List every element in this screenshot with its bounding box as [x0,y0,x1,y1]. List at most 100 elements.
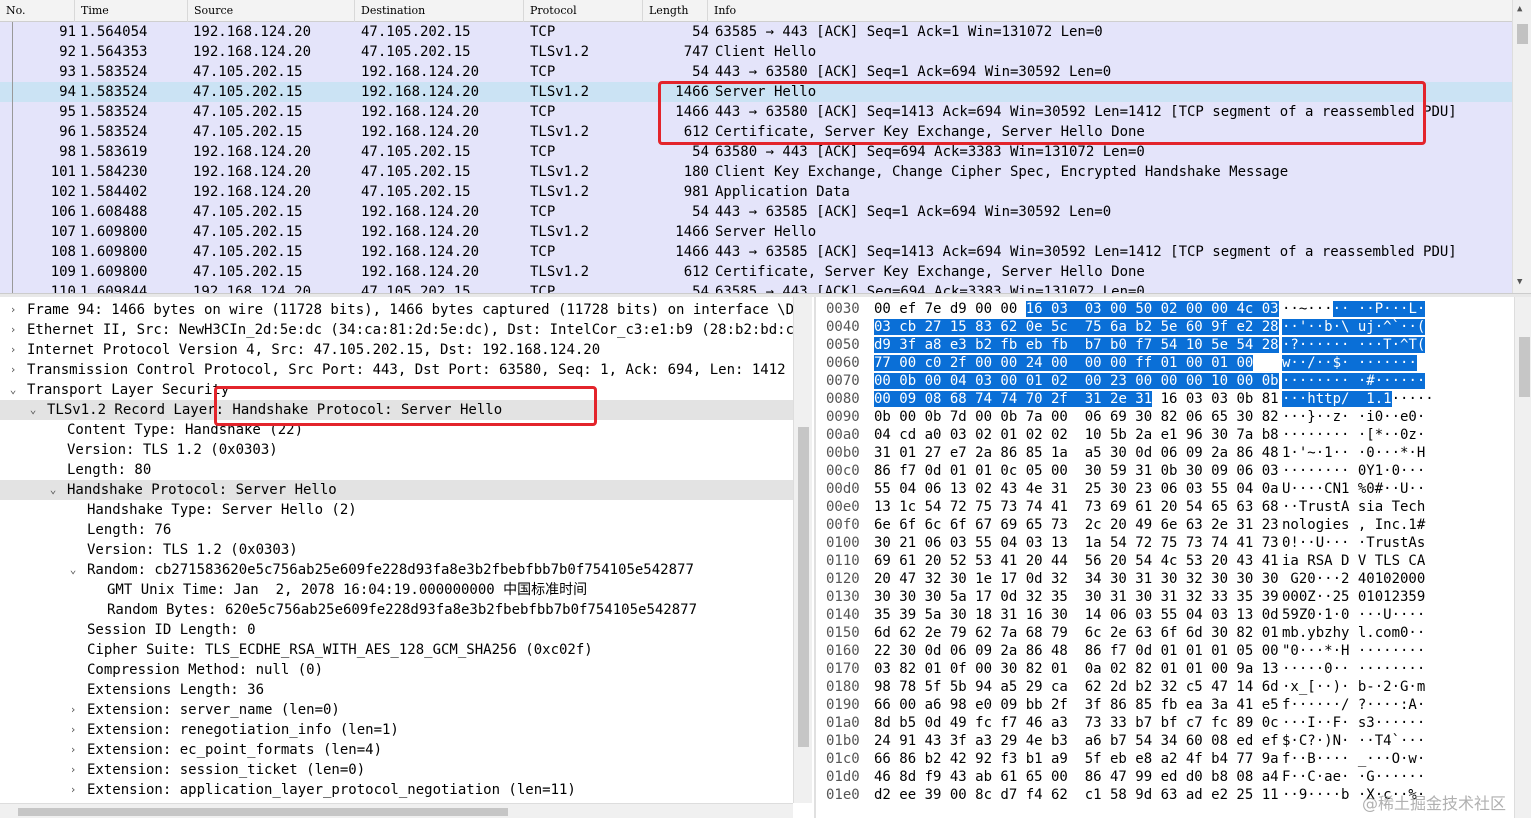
detail-tree-item[interactable]: Version: TLS 1.2 (0x0303) [0,440,793,460]
column-header-source[interactable]: Source [188,0,355,22]
detail-text: Random Bytes: 620e5c756ab25e609fe228d93f… [107,602,698,618]
bytes-scrollbar[interactable] [1514,297,1531,818]
packet-bytes-pane[interactable]: 0030 00 ef 7e d9 00 00 16 03 03 00 50 02 … [814,297,1531,818]
column-header-info[interactable]: Info [708,0,1512,22]
column-header-time[interactable]: Time [75,0,188,22]
column-header-no[interactable]: No. [0,0,75,22]
packet-row[interactable]: 102 1.584402 192.168.124.20 47.105.202.15 TL… [0,182,1512,202]
detail-tree-item[interactable]: › Extension: ec_point_formats (len=4) [0,740,793,760]
packet-length: 981 [683,184,709,200]
detail-tree-item[interactable]: Version: TLS 1.2 (0x0303) [0,540,793,560]
ascii-selected: w··/··$· [1282,355,1350,371]
detail-tree-item[interactable]: Cipher Suite: TLS_ECDHE_RSA_WITH_AES_128… [0,640,793,660]
column-header-length[interactable]: Length [643,0,708,22]
packet-time: 1.609800 [80,244,148,260]
detail-tree-item[interactable]: › Ethernet II, Src: NewH3CIn_2d:5e:dc (34… [0,320,812,340]
column-header-protocol[interactable]: Protocol [524,0,643,22]
packet-list-pane[interactable]: No. Time Source Destination Protocol Len… [0,0,1531,293]
packet-row[interactable]: 94 1.583524 47.105.202.15 192.168.124.20 TLS… [0,82,1512,102]
packet-protocol: TCP [530,104,556,120]
packet-row[interactable]: 101 1.584230 192.168.124.20 47.105.202.15 TL… [0,162,1512,182]
bytes-ascii: U····CN1 %0#··U·· [1282,481,1426,497]
collapse-arrow-icon[interactable]: ⌄ [66,560,80,580]
packet-time: 1.608488 [80,204,148,220]
details-vertical-scrollbar[interactable] [793,297,812,803]
packet-row[interactable]: 96 1.583524 47.105.202.15 192.168.124.20 TLS… [0,122,1512,142]
detail-tree-item[interactable]: › Extension: renegotiation_info (len=1) [0,720,793,740]
detail-tree-item[interactable]: Content Type: Handshake (22) [0,420,793,440]
detail-tree-item[interactable]: › Extension: server_name (len=0) [0,700,793,720]
packet-protocol: TLSv1.2 [530,84,590,100]
detail-tree-item[interactable]: Handshake Type: Server Hello (2) [0,500,793,520]
packet-row[interactable]: 106 1.608488 47.105.202.15 192.168.124.20 TC… [0,202,1512,222]
detail-tree-item[interactable]: ⌄ TLSv1.2 Record Layer: Handshake Protoco… [0,400,793,420]
details-scroll-thumb[interactable] [798,427,809,747]
packet-details-pane[interactable]: › Frame 94: 1466 bytes on wire (11728 bit… [0,297,812,818]
packet-row[interactable]: 110 1.609844 192.168.124.20 47.105.202.15 TC… [0,282,1512,293]
packet-protocol: TLSv1.2 [530,224,590,240]
bytes-offset: 0100 [826,535,860,551]
bytes-offset: 0090 [826,409,860,425]
collapse-arrow-icon[interactable]: ⌄ [6,380,20,400]
expand-arrow-icon[interactable]: › [66,740,80,760]
expand-arrow-icon[interactable]: › [6,300,20,320]
detail-tree-item[interactable]: Compression Method: null (0) [0,660,793,680]
detail-tree-item[interactable]: Length: 80 [0,460,793,480]
detail-tree-item[interactable]: › Transmission Control Protocol, Src Port… [0,360,793,380]
scroll-down-icon[interactable]: ▼ [1517,277,1522,287]
packet-length: 54 [692,284,709,293]
packet-row[interactable]: 98 1.583619 192.168.124.20 47.105.202.15 TCP… [0,142,1512,162]
detail-tree-item[interactable]: Extensions Length: 36 [0,680,793,700]
details-horizontal-scrollbar[interactable] [0,803,793,818]
packet-row[interactable]: 93 1.583524 47.105.202.15 192.168.124.20 TCP… [0,62,1512,82]
bytes-ascii: ··'··b·\ uj·^`··( [1282,318,1426,336]
bytes-scroll-thumb[interactable] [1519,337,1530,397]
detail-tree-item[interactable]: ⌄ Handshake Protocol: Server Hello [0,480,793,500]
packet-list-scrollbar[interactable]: ▲ ▼ [1512,0,1531,293]
bytes-hex: 04 cd a0 03 02 01 02 02 10 5b 2a e1 96 3… [874,427,1279,443]
detail-text: Length: 76 [87,522,172,538]
packet-row[interactable]: 95 1.583524 47.105.202.15 192.168.124.20 TCP… [0,102,1512,122]
collapse-arrow-icon[interactable]: ⌄ [46,480,60,500]
bytes-hex: 6e 6f 6c 6f 67 69 65 73 2c 20 49 6e 63 2… [874,517,1279,533]
bytes-hex: 22 30 0d 06 09 2a 86 48 86 f7 0d 01 01 0… [874,643,1279,659]
expand-arrow-icon[interactable]: › [66,700,80,720]
detail-tree-item[interactable]: Session ID Length: 0 [0,620,793,640]
details-hscroll-thumb[interactable] [18,808,508,816]
expand-arrow-icon[interactable]: › [6,320,20,340]
packet-source: 47.105.202.15 [193,84,303,100]
bytes-ascii: ···I··F· s3······ [1282,715,1426,731]
packet-list-scroll-thumb[interactable] [1517,24,1528,44]
expand-arrow-icon[interactable]: › [66,760,80,780]
detail-tree-item[interactable]: ⌄ Transport Layer Security [0,380,793,400]
packet-no: 91 [59,24,76,40]
expand-arrow-icon[interactable]: › [66,780,80,800]
expand-arrow-icon[interactable]: › [6,340,20,360]
detail-tree-item[interactable]: › Frame 94: 1466 bytes on wire (11728 bit… [0,300,812,320]
collapse-arrow-icon[interactable]: ⌄ [26,400,40,420]
packet-row[interactable]: 109 1.609800 47.105.202.15 192.168.124.20 TL… [0,262,1512,282]
column-header-destination[interactable]: Destination [355,0,524,22]
detail-tree-item[interactable]: GMT Unix Time: Jan 2, 2078 16:04:19.0000… [0,580,793,600]
packet-row[interactable]: 107 1.609800 47.105.202.15 192.168.124.20 TL… [0,222,1512,242]
detail-tree-item[interactable]: ⌄ Random: cb271583620e5c756ab25e609fe228d… [0,560,793,580]
detail-tree-item[interactable]: Length: 76 [0,520,793,540]
packet-row[interactable]: 92 1.564353 192.168.124.20 47.105.202.15 TLS… [0,42,1512,62]
ascii-selected: ···http/ [1282,391,1350,407]
detail-tree-item[interactable]: › Extension: session_ticket (len=0) [0,760,793,780]
packet-source: 47.105.202.15 [193,264,303,280]
packet-row[interactable]: 91 1.564054 192.168.124.20 47.105.202.15 TCP… [0,22,1512,42]
bytes-offset: 00a0 [826,427,860,443]
packet-no: 94 [59,84,76,100]
expand-arrow-icon[interactable]: › [6,360,20,380]
scroll-up-icon[interactable]: ▲ [1517,4,1522,14]
detail-text: Handshake Protocol: Server Hello [67,482,337,498]
packet-row[interactable]: 108 1.609800 47.105.202.15 192.168.124.20 TC… [0,242,1512,262]
detail-tree-item[interactable]: Random Bytes: 620e5c756ab25e609fe228d93f… [0,600,793,620]
expand-arrow-icon[interactable]: › [66,720,80,740]
packet-destination: 47.105.202.15 [361,184,471,200]
detail-tree-item[interactable]: › Extension: application_layer_protocol_n… [0,780,793,800]
packet-length: 54 [692,64,709,80]
bytes-ascii: mb.ybzhy l.com0·· [1282,625,1426,641]
detail-tree-item[interactable]: › Internet Protocol Version 4, Src: 47.10… [0,340,793,360]
